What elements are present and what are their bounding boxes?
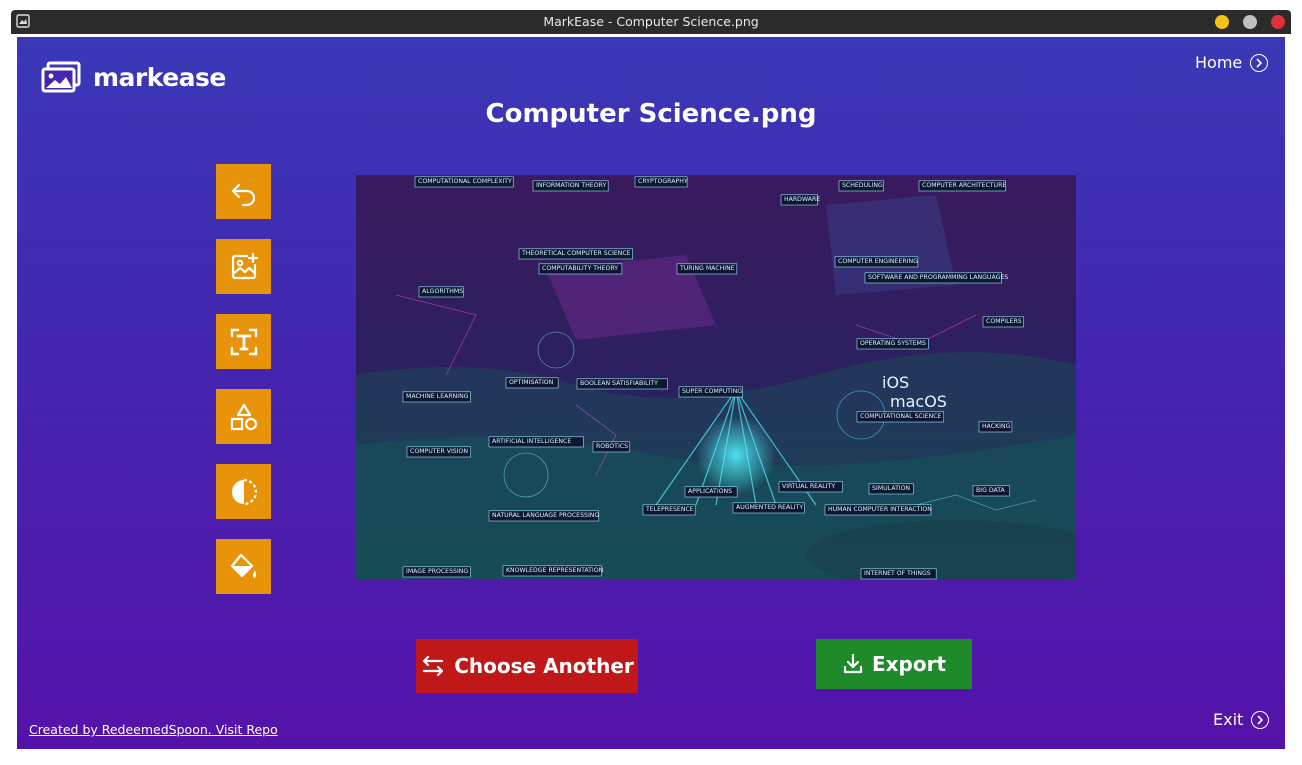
preview-label: INTERNET OF THINGS (864, 570, 931, 577)
toolbar (216, 164, 271, 614)
preview-label: APPLICATIONS (688, 488, 732, 495)
preview-label: iOS (882, 373, 909, 392)
color-fill-icon (230, 553, 256, 578)
preview-label: KNOWLEDGE REPRESENTATION (506, 567, 604, 574)
preview-label: HARDWARE (784, 196, 820, 203)
app-logo: markease (41, 61, 226, 93)
home-label: Home (1195, 53, 1243, 72)
computer-science-map-image: COMPUTATIONAL COMPLEXITY INFORMATION THEO… (356, 175, 1076, 580)
title-bar: MarkEase - Computer Science.png (11, 10, 1291, 34)
preview-label: COMPUTER ARCHITECTURE (922, 182, 1006, 189)
preview-label: INFORMATION THEORY (536, 182, 606, 189)
preview-label: SUPER COMPUTING (682, 388, 742, 395)
preview-label: SIMULATION (872, 485, 910, 492)
preview-label: ROBOTICS (596, 443, 628, 450)
preview-label: SCHEDULING (842, 182, 883, 189)
credit-link[interactable]: Created by RedeemedSpoon. Visit Repo (29, 722, 278, 737)
preview-label: OPTIMISATION (509, 379, 554, 386)
preview-label: TELEPRESENCE (645, 506, 694, 513)
preview-label: COMPILERS (986, 318, 1022, 325)
preview-label: COMPUTATIONAL COMPLEXITY (418, 178, 512, 185)
choose-another-button[interactable]: Choose Another (416, 639, 638, 693)
preview-label: COMPUTATIONAL SCIENCE (860, 413, 942, 420)
chevron-right-circle-icon (1250, 53, 1269, 72)
preview-label: ALGORITHMS (422, 288, 463, 295)
choose-another-label: Choose Another (454, 654, 634, 678)
minimize-button[interactable] (1215, 15, 1229, 29)
undo-icon (231, 183, 255, 206)
preview-label: BIG DATA (976, 487, 1006, 494)
preview-label: VIRTUAL REALITY (782, 483, 835, 490)
text-tool-button[interactable] (216, 314, 271, 369)
window-title: MarkEase - Computer Science.png (543, 14, 759, 29)
text-icon (230, 328, 257, 355)
preview-label: HACKING (982, 423, 1011, 430)
shapes-icon (230, 403, 257, 430)
preview-label: BOOLEAN SATISFIABILITY (580, 380, 658, 387)
preview-label: COMPUTER ENGINEERING (838, 258, 918, 265)
contrast-icon (231, 478, 257, 505)
contrast-button[interactable] (216, 464, 271, 519)
close-button[interactable] (1271, 15, 1285, 29)
exit-link[interactable]: Exit (1213, 710, 1270, 729)
export-button[interactable]: Export (816, 639, 972, 689)
undo-button[interactable] (216, 164, 271, 219)
preview-label: THEORETICAL COMPUTER SCIENCE (521, 250, 631, 257)
home-link[interactable]: Home (1195, 53, 1269, 72)
add-image-icon (231, 252, 258, 279)
preview-label: HUMAN COMPUTER INTERACTION (828, 506, 932, 513)
preview-label: SOFTWARE AND PROGRAMMING LANGUAGES (868, 274, 1008, 281)
shapes-button[interactable] (216, 389, 271, 444)
preview-label: COMPUTABILITY THEORY (542, 265, 618, 272)
image-preview: COMPUTATIONAL COMPLEXITY INFORMATION THEO… (356, 175, 1076, 580)
chevron-right-circle-icon (1251, 710, 1270, 729)
preview-label: IMAGE PROCESSING (406, 568, 468, 575)
app-canvas: markease Home Computer Science.png COMPU… (17, 37, 1285, 749)
preview-label: TURING MACHINE (679, 265, 735, 272)
maximize-button[interactable] (1243, 15, 1257, 29)
preview-label: macOS (890, 392, 947, 411)
download-icon (843, 653, 863, 674)
preview-label: ARTIFICIAL INTELLIGENCE (492, 438, 571, 445)
image-title: Computer Science.png (485, 99, 817, 129)
logo-icon (41, 61, 81, 93)
preview-label: OPERATING SYSTEMS (860, 340, 926, 347)
swap-arrows-icon (423, 655, 444, 677)
exit-label: Exit (1213, 710, 1244, 729)
preview-label: AUGMENTED REALITY (736, 504, 803, 511)
preview-label: NATURAL LANGUAGE PROCESSING (492, 512, 599, 519)
logo-text: markease (93, 62, 226, 92)
add-image-button[interactable] (216, 239, 271, 294)
preview-label: COMPUTER VISION (410, 448, 468, 455)
preview-label: CRYPTOGRAPHY (638, 178, 688, 185)
preview-label: MACHINE LEARNING (406, 393, 469, 400)
color-fill-button[interactable] (216, 539, 271, 594)
export-label: Export (871, 652, 947, 676)
